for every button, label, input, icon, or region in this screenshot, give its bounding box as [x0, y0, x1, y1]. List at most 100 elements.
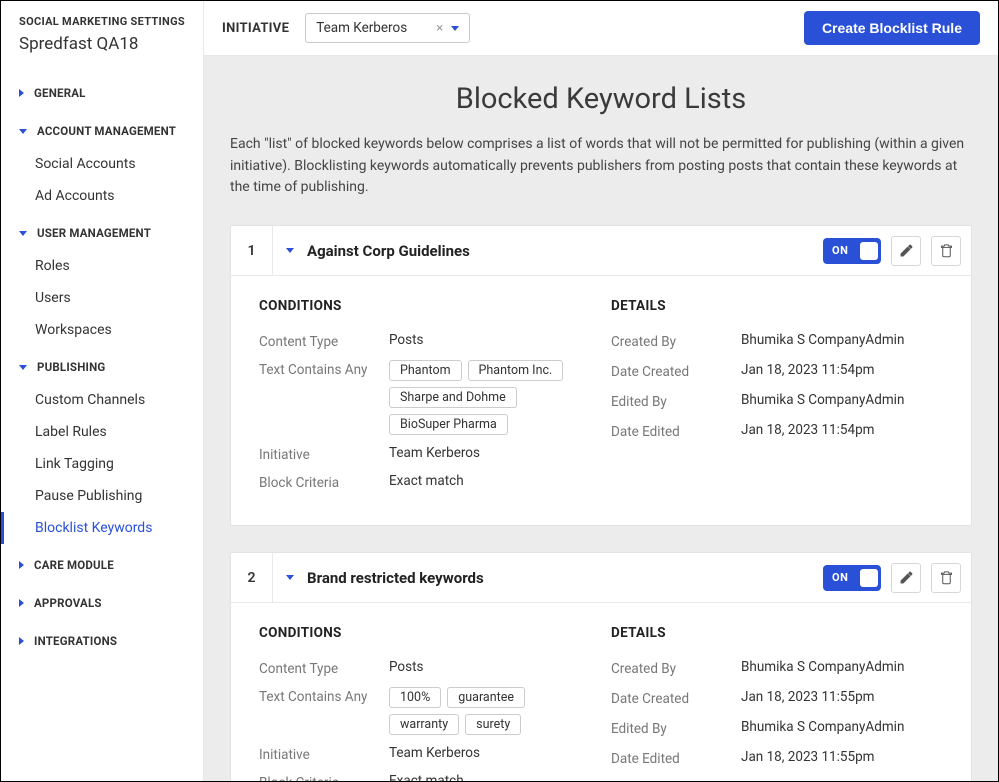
field-label: Edited By [611, 392, 741, 410]
details-column: DETAILS Created ByBhumika S CompanyAdmin D… [611, 298, 943, 501]
chevron-down-icon [451, 26, 459, 31]
nav-section-label: ACCOUNT MANAGEMENT [37, 124, 176, 138]
keyword-tag: Phantom Inc. [468, 360, 564, 381]
conditions-heading: CONDITIONS [259, 298, 591, 314]
field-value: 100%guaranteewarrantysurety [389, 687, 591, 735]
rule-header: 1 Against Corp Guidelines ON [231, 226, 971, 276]
content: Blocked Keyword Lists Each "list" of blo… [204, 56, 998, 781]
rule-collapse-toggle[interactable] [273, 248, 307, 253]
field-label: Edited By [611, 719, 741, 737]
toggle-label: ON [832, 244, 848, 257]
field-value: Jan 18, 2023 11:54pm [741, 362, 943, 378]
chevron-right-icon [19, 637, 24, 645]
chevron-down-icon [19, 129, 27, 134]
rule-body: CONDITIONS Content TypePostsText Contains… [231, 276, 971, 525]
field-value: Posts [389, 332, 591, 348]
chevron-down-icon [19, 231, 27, 236]
nav-section-label: GENERAL [34, 86, 86, 100]
nav-section-header[interactable]: CARE MODULE [1, 548, 203, 582]
field-label: Date Created [611, 689, 741, 707]
field-row: Edited ByBhumika S CompanyAdmin [611, 719, 943, 737]
delete-rule-button[interactable] [931, 236, 961, 266]
sidebar-title: SOCIAL MARKETING SETTINGS [1, 15, 203, 34]
nav-section-header[interactable]: GENERAL [1, 76, 203, 110]
field-label: Date Created [611, 362, 741, 380]
keyword-tag: surety [465, 714, 521, 735]
field-value: PhantomPhantom Inc.Sharpe and DohmeBioSu… [389, 360, 591, 435]
conditions-column: CONDITIONSContent TypePostsText Contains… [259, 625, 591, 781]
rule-header: 2Brand restricted keywordsON [231, 553, 971, 603]
nav-section-header[interactable]: ACCOUNT MANAGEMENT [1, 114, 203, 148]
field-value: Exact match [389, 473, 591, 489]
clear-initiative-icon[interactable]: × [436, 21, 443, 36]
chevron-right-icon [19, 561, 24, 569]
nav-item[interactable]: Blocklist Keywords [1, 512, 203, 544]
nav-section-header[interactable]: USER MANAGEMENT [1, 216, 203, 250]
nav-item[interactable]: Link Tagging [1, 448, 203, 480]
rule-collapse-toggle[interactable] [273, 575, 307, 580]
field-value: Exact match [389, 773, 591, 781]
rule-enabled-toggle[interactable]: ON [823, 565, 881, 591]
field-value: Team Kerberos [389, 445, 591, 461]
toggle-knob [860, 569, 878, 587]
nav-section-label: USER MANAGEMENT [37, 226, 151, 240]
pencil-icon [899, 570, 914, 585]
field-row: Date CreatedJan 18, 2023 11:55pm [611, 689, 943, 707]
keyword-tag-list: PhantomPhantom Inc.Sharpe and DohmeBioSu… [389, 360, 591, 435]
nav-item[interactable]: Custom Channels [1, 384, 203, 416]
field-row: InitiativeTeam Kerberos [259, 445, 591, 463]
org-name: Spredfast QA18 [1, 34, 203, 72]
create-blocklist-rule-button[interactable]: Create Blocklist Rule [804, 11, 980, 45]
nav-section-header[interactable]: PUBLISHING [1, 350, 203, 384]
field-value: Team Kerberos [389, 745, 591, 761]
details-heading: DETAILS [611, 298, 943, 314]
field-label: Block Criteria [259, 473, 389, 491]
rule-index: 1 [231, 226, 273, 275]
rule-card: 1 Against Corp Guidelines ON CONDITIONS Cont… [230, 225, 972, 526]
nav-item[interactable]: Label Rules [1, 416, 203, 448]
initiative-value: Team Kerberos [316, 20, 407, 36]
chevron-down-icon [286, 248, 294, 253]
edit-rule-button[interactable] [891, 236, 921, 266]
nav-item[interactable]: Users [1, 282, 203, 314]
nav-item[interactable]: Pause Publishing [1, 480, 203, 512]
rule-actions: ON [823, 236, 971, 266]
field-row: Content TypePosts [259, 659, 591, 677]
field-label: Initiative [259, 445, 389, 463]
rule-body: CONDITIONSContent TypePostsText Contains… [231, 603, 971, 781]
nav-section-label: APPROVALS [34, 596, 102, 610]
rule-index: 2 [231, 553, 273, 602]
field-label: Content Type [259, 659, 389, 677]
nav-section-label: CARE MODULE [34, 558, 114, 572]
rule-enabled-toggle[interactable]: ON [823, 238, 881, 264]
field-value: Jan 18, 2023 11:55pm [741, 689, 943, 705]
nav-item[interactable]: Ad Accounts [1, 180, 203, 212]
initiative-label: INITIATIVE [222, 21, 289, 36]
delete-rule-button[interactable] [931, 563, 961, 593]
main: INITIATIVE Team Kerberos × Create Blockl… [204, 1, 998, 781]
nav-item[interactable]: Social Accounts [1, 148, 203, 180]
field-row: Created ByBhumika S CompanyAdmin [611, 332, 943, 350]
initiative-select[interactable]: Team Kerberos × [305, 13, 470, 43]
field-row: Date EditedJan 18, 2023 11:55pm [611, 749, 943, 767]
rule-title: Against Corp Guidelines [307, 242, 823, 260]
field-label: Content Type [259, 332, 389, 350]
nav-item[interactable]: Roles [1, 250, 203, 282]
conditions-heading: CONDITIONS [259, 625, 591, 641]
keyword-tag: BioSuper Pharma [389, 414, 508, 435]
field-label: Text Contains Any [259, 687, 389, 705]
field-row: Created ByBhumika S CompanyAdmin [611, 659, 943, 677]
edit-rule-button[interactable] [891, 563, 921, 593]
nav-item[interactable]: Workspaces [1, 314, 203, 346]
field-value: Posts [389, 659, 591, 675]
toggle-knob [860, 242, 878, 260]
field-label: Text Contains Any [259, 360, 389, 378]
field-label: Date Edited [611, 422, 741, 440]
field-row: InitiativeTeam Kerberos [259, 745, 591, 763]
nav-section-header[interactable]: INTEGRATIONS [1, 624, 203, 658]
nav-section-header[interactable]: APPROVALS [1, 586, 203, 620]
field-value: Bhumika S CompanyAdmin [741, 719, 943, 735]
field-label: Initiative [259, 745, 389, 763]
keyword-tag-list: 100%guaranteewarrantysurety [389, 687, 591, 735]
topbar: INITIATIVE Team Kerberos × Create Blockl… [204, 1, 998, 56]
